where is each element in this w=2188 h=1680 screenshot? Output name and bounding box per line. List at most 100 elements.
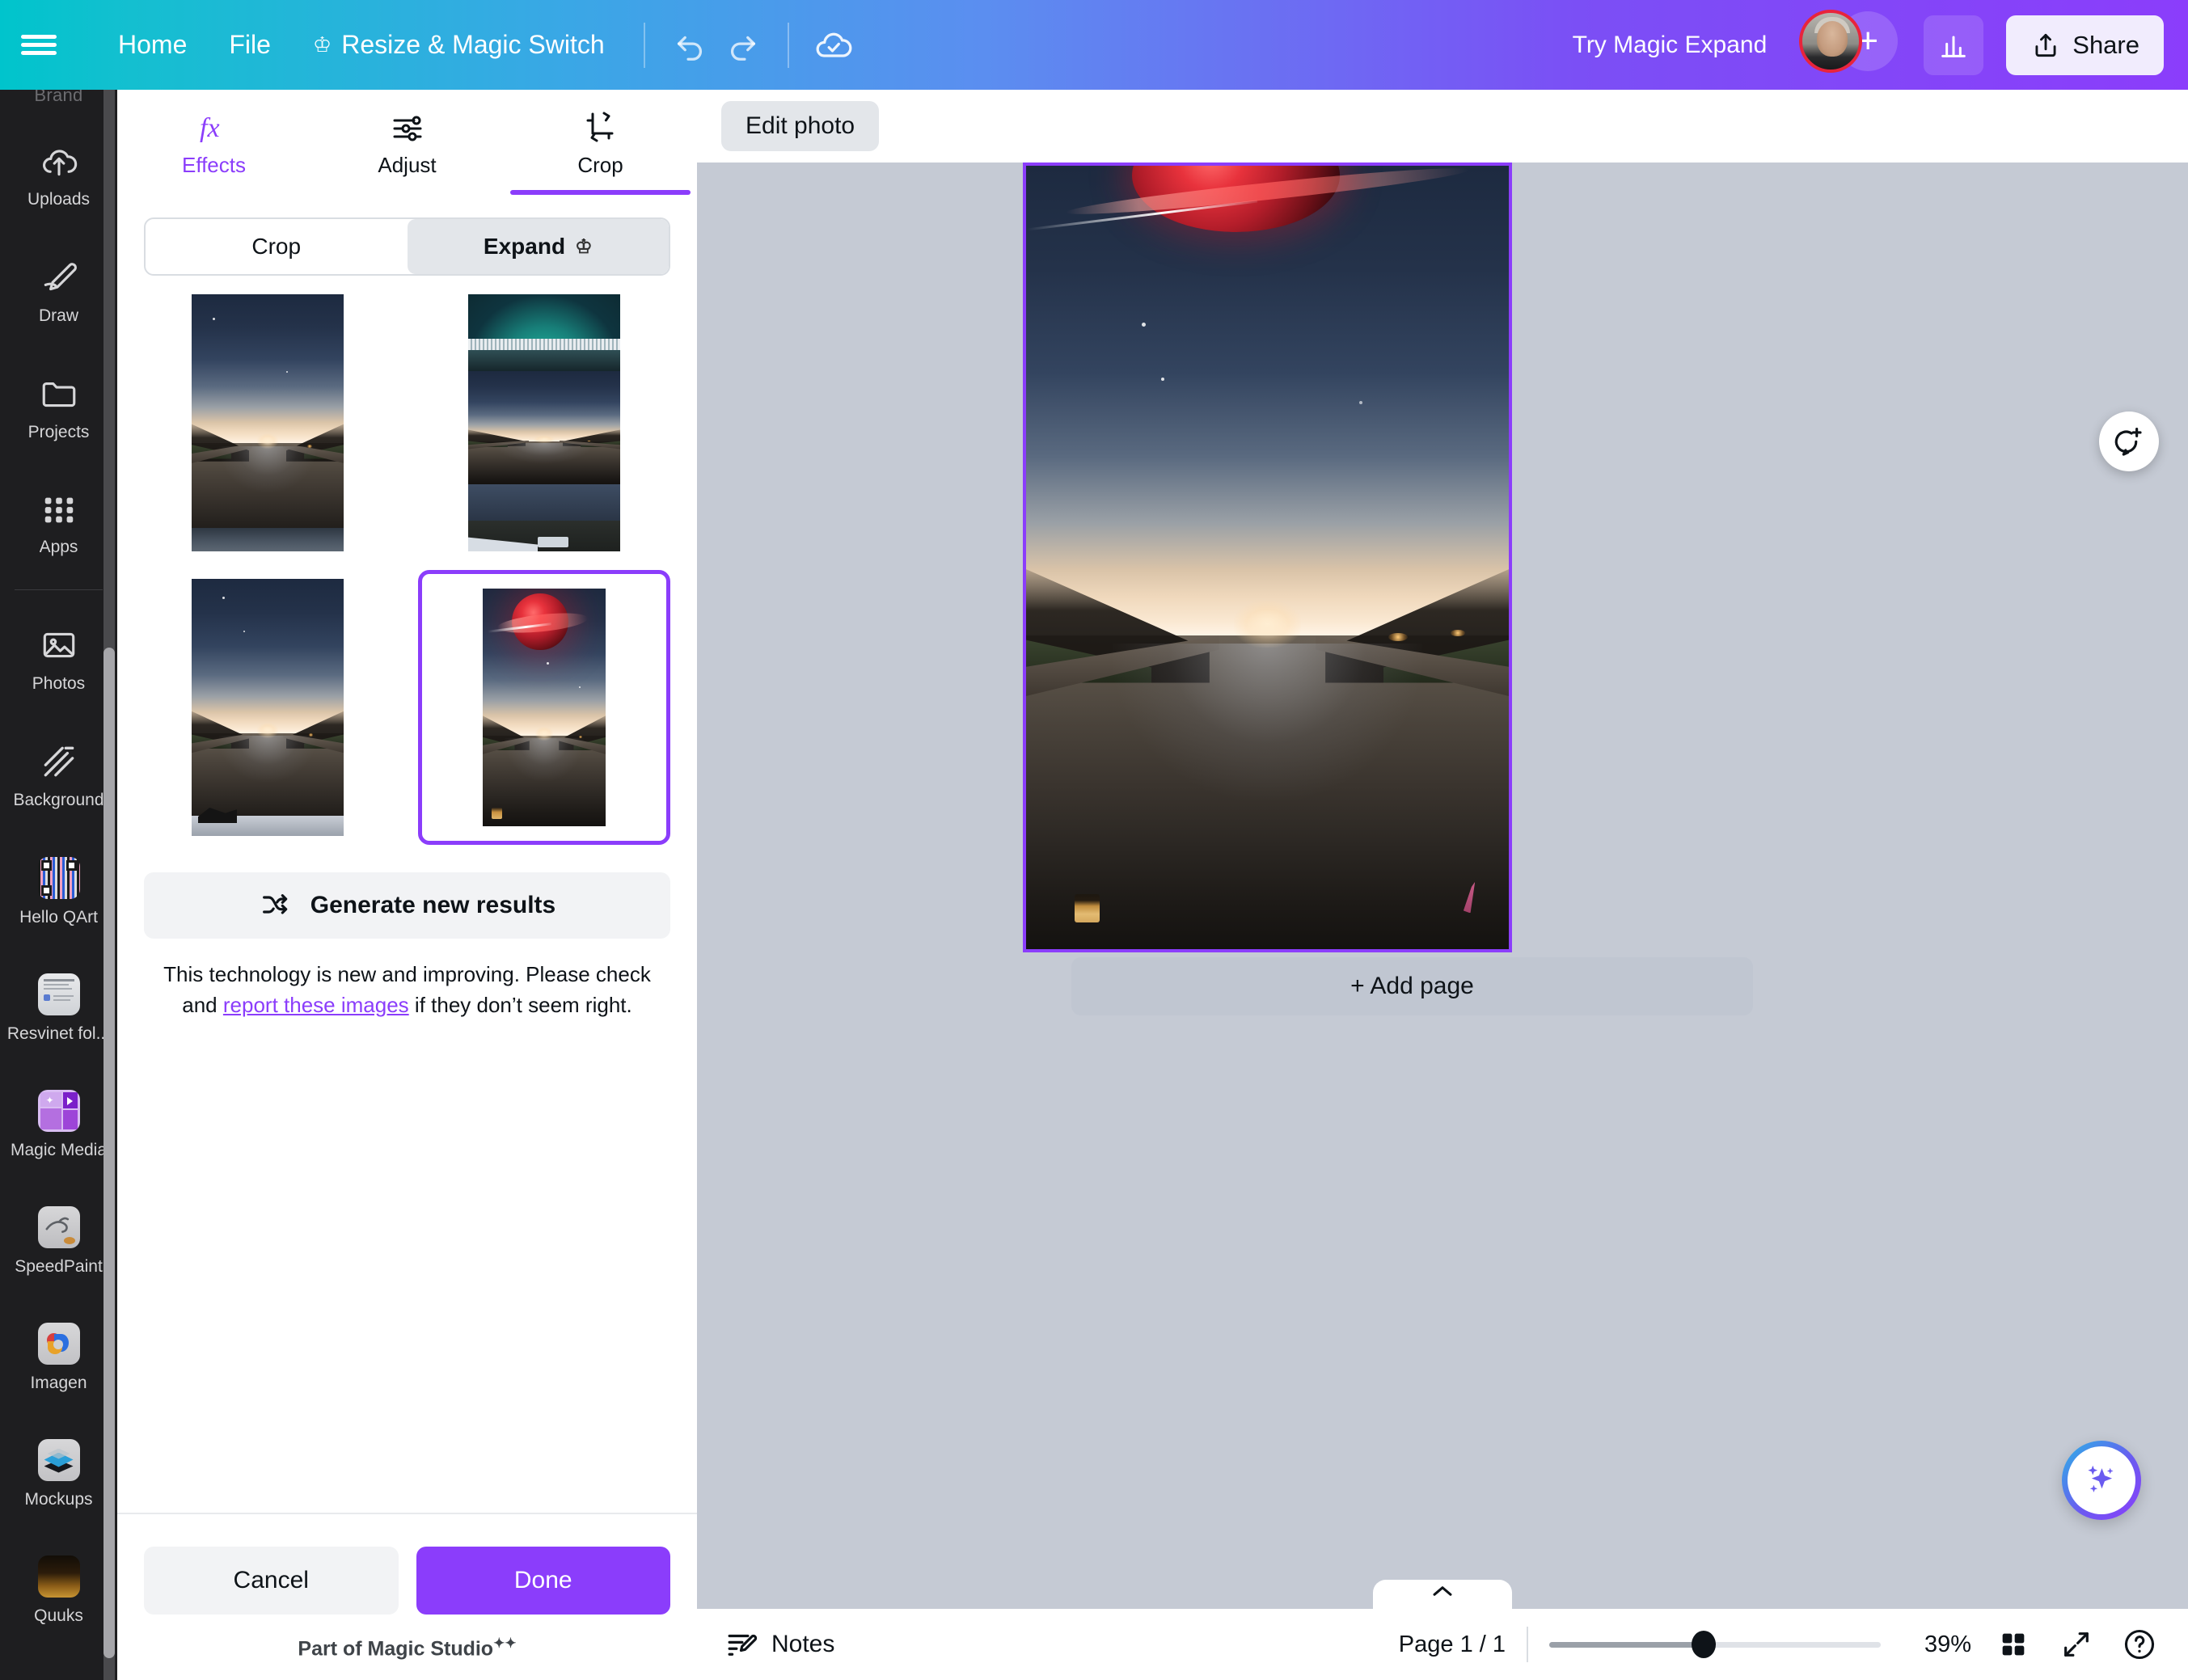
divider — [787, 22, 789, 68]
speedpaint-app-icon — [37, 1205, 80, 1248]
sidebar-item-mockups[interactable]: Mockups — [0, 1426, 117, 1522]
tab-adjust[interactable]: Adjust — [310, 90, 504, 195]
sidebar-item-resvinet-folder[interactable]: Resvinet fol... — [0, 960, 117, 1056]
expand-result-2[interactable] — [418, 285, 670, 560]
rail-item-brand-cut[interactable]: Brand — [0, 90, 117, 106]
menu-item-resize-magic-switch[interactable]: ♔ Resize & Magic Switch — [292, 17, 626, 73]
sidebar-item-draw[interactable]: Draw — [0, 243, 117, 339]
help-question-icon[interactable] — [2118, 1623, 2161, 1665]
disclaimer-text: This technology is new and improving. Pl… — [151, 960, 663, 1020]
crop-rotate-icon — [586, 112, 613, 141]
menu-item-resize-label: Resize & Magic Switch — [341, 30, 605, 59]
segment-crop-label: Crop — [251, 234, 302, 259]
avatar[interactable] — [1799, 9, 1863, 73]
sparkle-icon: ✦✦ — [493, 1635, 517, 1651]
expand-result-3[interactable] — [142, 570, 394, 845]
sidebar-item-label: Draw — [38, 306, 78, 325]
segment-expand[interactable]: Expand ♔ — [407, 219, 669, 274]
mockups-app-icon — [37, 1438, 80, 1481]
zoom-slider-fill — [1549, 1641, 1702, 1648]
context-toolbar: Edit photo — [697, 90, 2188, 163]
bottom-bar: Notes Page 1 / 1 39% — [697, 1609, 2188, 1680]
crown-icon: ♔ — [575, 235, 593, 258]
divider — [643, 22, 645, 68]
zoom-slider-knob[interactable] — [1692, 1631, 1717, 1658]
magic-assistant-button[interactable] — [2062, 1441, 2141, 1520]
expand-results-grid — [117, 276, 697, 855]
sidebar-item-projects[interactable]: Projects — [0, 360, 117, 455]
divider — [15, 589, 103, 590]
try-magic-expand-label[interactable]: Try Magic Expand — [1573, 32, 1768, 59]
menu-item-file[interactable]: File — [208, 17, 292, 73]
sidebar-item-label: Uploads — [27, 189, 91, 209]
sidebar-item-imagen[interactable]: Imagen — [0, 1310, 117, 1405]
menu-item-home[interactable]: Home — [97, 17, 208, 73]
avatar-face — [1817, 20, 1848, 57]
hamburger-bar — [21, 51, 57, 55]
tab-crop-label: Crop — [577, 152, 623, 177]
magic-studio-text: Part of Magic Studio — [298, 1637, 494, 1660]
grid-view-icon[interactable] — [1992, 1623, 2034, 1665]
panel-footer: Cancel Done Part of Magic Studio✦✦ — [117, 1512, 697, 1680]
disclaimer-part2: if they don’t seem right. — [414, 992, 632, 1017]
zoom-level[interactable]: 39% — [1902, 1631, 1971, 1658]
sidebar-item-hello-qart[interactable]: Hello QArt — [0, 844, 117, 939]
floating-object — [1074, 894, 1100, 923]
undo-icon[interactable] — [663, 19, 716, 72]
expand-result-1[interactable] — [142, 285, 394, 560]
expand-result-4-selected[interactable] — [418, 570, 670, 845]
sidebar-item-photos[interactable]: Photos — [0, 611, 117, 707]
sidebar-item-speedpaint[interactable]: SpeedPaint — [0, 1193, 117, 1289]
magic-studio-label: Part of Magic Studio✦✦ — [144, 1636, 670, 1661]
sidebar-item-background[interactable]: Background — [0, 728, 117, 823]
sidebar-item-quuks[interactable]: Quuks — [0, 1543, 117, 1638]
menu-item-file-label: File — [229, 30, 271, 59]
result-thumbnail — [483, 589, 606, 826]
tab-effects[interactable]: fx Effects — [117, 90, 310, 195]
canvas-area[interactable]: + Add page — [697, 163, 2188, 1609]
add-comment-button[interactable] — [2099, 412, 2159, 471]
magic-media-app-icon: ✦ — [37, 1089, 80, 1132]
sidebar-item-uploads[interactable]: Uploads — [0, 127, 117, 222]
fx-icon: fx — [200, 113, 220, 143]
photo-icon — [43, 632, 74, 657]
sidebar-item-label: Quuks — [34, 1606, 83, 1625]
cancel-button[interactable]: Cancel — [144, 1546, 399, 1615]
design-page[interactable] — [1023, 163, 1512, 952]
cloud-check-icon[interactable] — [807, 19, 860, 72]
share-label: Share — [2072, 30, 2139, 59]
crop-expand-panel: fx Effects Adjust Crop Crop Expand ♔ Gen… — [117, 90, 697, 1680]
generate-new-results-button[interactable]: Generate new results — [144, 872, 670, 939]
sidebar-item-magic-media[interactable]: ✦ Magic Media — [0, 1077, 117, 1172]
notes-pencil-icon — [728, 1634, 758, 1656]
sidebar-item-apps[interactable]: Apps — [0, 476, 117, 572]
collaborators: + — [1799, 9, 1899, 73]
sidebar-item-label: Mockups — [24, 1489, 93, 1509]
panel-action-buttons: Cancel Done — [144, 1546, 670, 1615]
done-button[interactable]: Done — [416, 1546, 670, 1615]
rail-scrollbar-thumb[interactable] — [103, 648, 115, 1658]
share-button[interactable]: Share — [2006, 15, 2164, 75]
tab-crop[interactable]: Crop — [504, 90, 697, 195]
tab-effects-label: Effects — [181, 152, 246, 177]
add-page-button[interactable]: + Add page — [1071, 957, 1753, 1015]
magic-sparkles-icon — [2068, 1446, 2135, 1514]
bar-chart-icon[interactable] — [1924, 15, 1984, 75]
redo-icon[interactable] — [716, 19, 770, 72]
collapse-panel-toggle[interactable] — [1373, 1580, 1512, 1609]
chevron-up-icon — [1433, 1586, 1452, 1596]
report-these-images-link[interactable]: report these images — [223, 993, 409, 1017]
zoom-slider[interactable] — [1549, 1631, 1881, 1658]
cloud-upload-icon — [42, 149, 77, 175]
sliders-icon — [393, 116, 421, 141]
page-indicator[interactable]: Page 1 / 1 — [1399, 1631, 1506, 1658]
segment-crop[interactable]: Crop — [146, 219, 408, 274]
sidebar-item-label: Imagen — [30, 1373, 87, 1392]
notes-button[interactable]: Notes — [724, 1627, 834, 1661]
hamburger-icon[interactable] — [0, 0, 78, 90]
svg-text:fx: fx — [200, 113, 220, 143]
edit-photo-button[interactable]: Edit photo — [721, 101, 880, 151]
top-bar: Home File ♔ Resize & Magic Switch Try Ma… — [0, 0, 2188, 90]
top-bar-right: Try Magic Expand + Share — [1573, 9, 2188, 75]
expand-fullscreen-icon[interactable] — [2055, 1623, 2097, 1665]
